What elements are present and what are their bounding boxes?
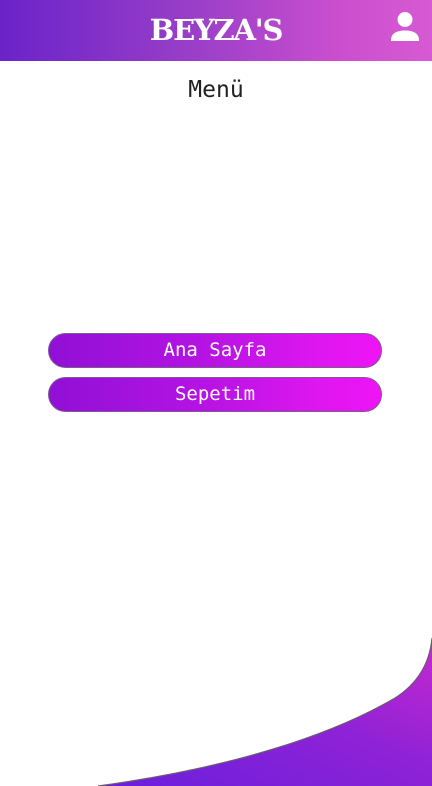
decorative-wave bbox=[97, 637, 432, 786]
cart-button[interactable]: Sepetim bbox=[48, 377, 382, 412]
menu-list: Ana Sayfa Sepetim bbox=[48, 333, 382, 421]
menu-screen: BEYZA'S Menü Ana Sayfa Sepetim bbox=[0, 0, 432, 786]
person-icon bbox=[391, 12, 419, 41]
page-title: Menü bbox=[188, 77, 244, 103]
app-bar: BEYZA'S bbox=[0, 0, 432, 61]
app-title: BEYZA'S bbox=[149, 13, 284, 47]
profile-button[interactable] bbox=[390, 11, 420, 43]
home-button[interactable]: Ana Sayfa bbox=[48, 333, 382, 368]
